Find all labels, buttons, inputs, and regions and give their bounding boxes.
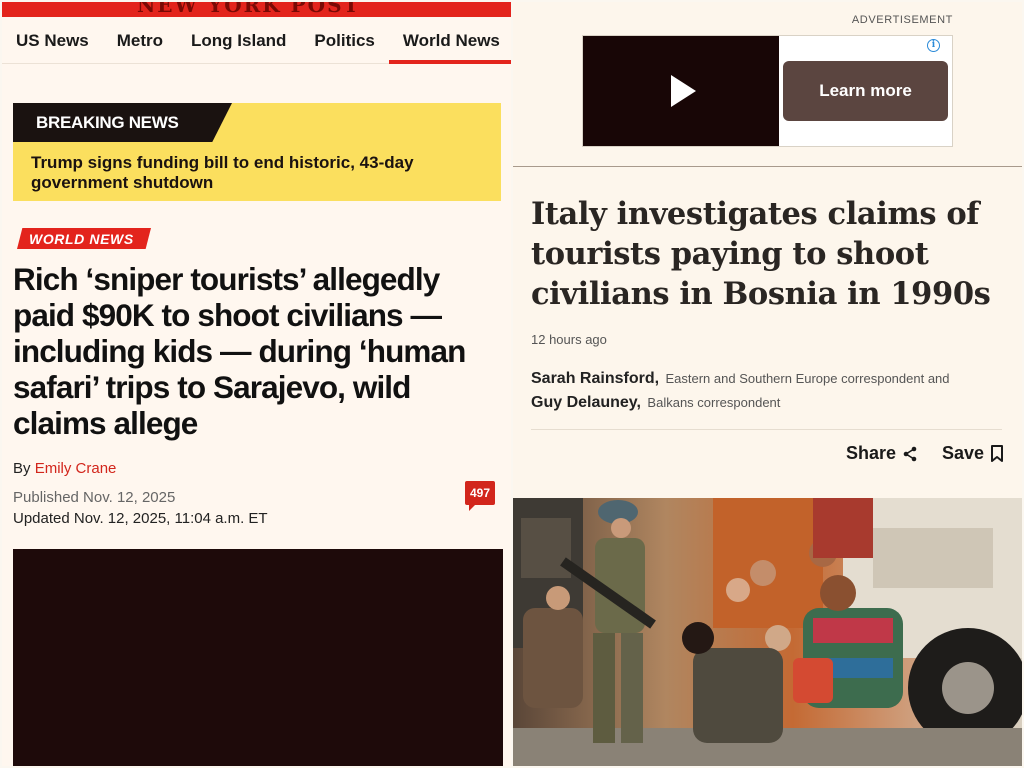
share-label: Share [845, 443, 896, 463]
author-1-role: Eastern and Southern Europe corresponden… [665, 371, 950, 386]
timestamp: 12 hours ago [531, 332, 607, 347]
play-icon[interactable] [671, 75, 696, 107]
share-icon [903, 446, 917, 461]
bbc-article-panel: ADVERTISEMENT i Learn more Italy investi… [513, 2, 1022, 766]
advertisement-label: ADVERTISEMENT [851, 14, 953, 26]
ad-video[interactable] [583, 36, 779, 146]
article-headline: Italy investigates claims of tourists pa… [531, 196, 991, 312]
author-2: Guy Delauney, Balkans correspondent [531, 394, 780, 412]
byline: By Emily Crane [13, 460, 116, 477]
share-button[interactable]: Share [846, 443, 918, 464]
author-2-role: Balkans correspondent [647, 395, 781, 410]
breaking-news-banner[interactable]: BREAKING NEWS Trump signs funding bill t… [13, 103, 501, 201]
divider [531, 429, 1002, 430]
info-icon[interactable]: i [927, 39, 940, 52]
breaking-news-headline[interactable]: Trump signs funding bill to end historic… [31, 153, 481, 193]
nav-item-world-news[interactable]: World News [388, 17, 511, 64]
nav-item-metro[interactable]: Metro [103, 17, 177, 63]
author-link[interactable]: Emily Crane [35, 460, 117, 477]
learn-more-button[interactable]: Learn more [783, 61, 948, 121]
advertisement[interactable]: i Learn more [582, 35, 953, 147]
author-2-name[interactable]: Guy Delauney, [531, 394, 641, 411]
masthead-logo[interactable]: NEW YORK POST [137, 2, 360, 17]
section-tag-label: WORLD NEWS [29, 231, 134, 247]
save-label: Save [941, 443, 984, 463]
nav-item-long-island[interactable]: Long Island [177, 17, 300, 63]
section-tag[interactable]: WORLD NEWS [17, 228, 151, 249]
save-button[interactable]: Save [942, 443, 1004, 464]
section-nav: US News Metro Long Island Politics World… [2, 17, 511, 64]
article-headline: Rich ‘sniper tourists’ allegedly paid $9… [13, 261, 466, 441]
breaking-news-label-text: BREAKING NEWS [36, 113, 179, 132]
article-photo-image [513, 498, 1022, 766]
article-photo [513, 498, 1022, 766]
byline-prefix: By [13, 460, 35, 477]
video-player[interactable] [13, 549, 503, 766]
author-1-name[interactable]: Sarah Rainsford, [531, 370, 659, 387]
nav-item-politics[interactable]: Politics [300, 17, 388, 63]
divider [513, 166, 1022, 167]
updated-date: Updated Nov. 12, 2025, 11:04 a.m. ET [13, 510, 268, 527]
published-date: Published Nov. 12, 2025 [13, 489, 176, 506]
masthead[interactable]: NEW YORK POST [2, 2, 511, 17]
author-1: Sarah Rainsford, Eastern and Southern Eu… [531, 370, 950, 388]
comments-count-button[interactable]: 497 [465, 481, 495, 511]
bookmark-icon [991, 444, 1003, 462]
nav-item-us-news[interactable]: US News [14, 17, 103, 63]
breaking-news-label: BREAKING NEWS [13, 103, 232, 142]
nypost-article-panel: NEW YORK POST US News Metro Long Island … [2, 2, 511, 766]
